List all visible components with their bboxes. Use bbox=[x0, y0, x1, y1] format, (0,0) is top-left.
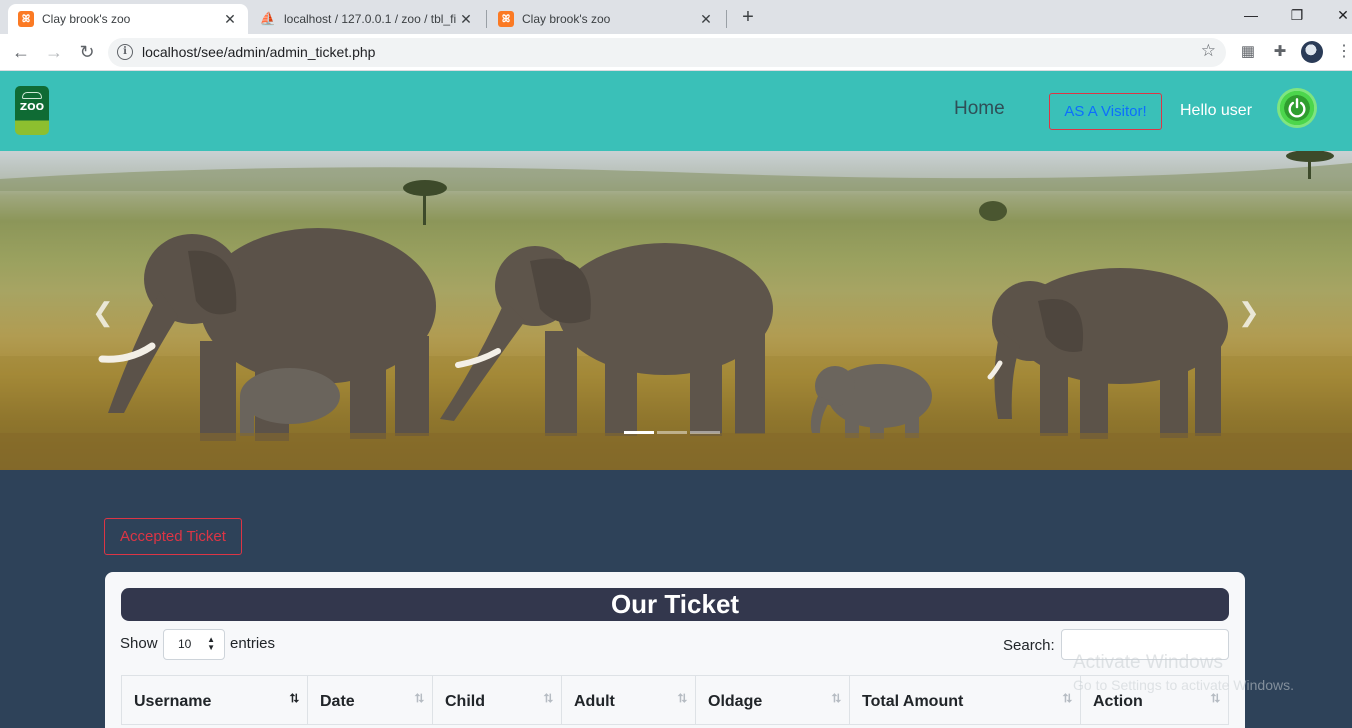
carousel-indicator[interactable] bbox=[624, 431, 654, 434]
sort-icon: ⭡⭣ bbox=[1062, 691, 1072, 705]
elephants-savanna-image bbox=[0, 151, 1352, 470]
column-label: Oldage bbox=[708, 693, 763, 710]
bookmark-star-icon[interactable]: ☆ bbox=[1201, 41, 1216, 61]
accepted-ticket-button[interactable]: Accepted Ticket bbox=[104, 518, 242, 555]
column-label: Child bbox=[445, 693, 485, 710]
carousel-indicator[interactable] bbox=[690, 431, 720, 434]
sort-icon: ⭡⭣ bbox=[1210, 691, 1220, 705]
carousel-indicators bbox=[624, 431, 720, 434]
browser-tab-3[interactable]: ꕤ Clay brook's zoo ✕ bbox=[488, 4, 724, 34]
nav-home-link[interactable]: Home bbox=[954, 98, 1005, 120]
carousel-next-icon[interactable]: ❯ bbox=[1238, 297, 1260, 328]
greeting-text: Hello user bbox=[1180, 102, 1253, 119]
browser-tab-bar: ꕤ Clay brook's zoo ✕ ⛵ localhost / 127.0… bbox=[0, 0, 1352, 34]
column-label: Date bbox=[320, 693, 355, 710]
url-text[interactable]: localhost/see/admin/admin_ticket.php bbox=[142, 44, 375, 60]
tab-title: localhost / 127.0.0.1 / zoo / tbl_fi bbox=[284, 12, 457, 26]
browser-tab-2[interactable]: ⛵ localhost / 127.0.0.1 / zoo / tbl_fi ✕ bbox=[250, 4, 484, 34]
browser-toolbar: ← → ↻ i localhost/see/admin/admin_ticket… bbox=[0, 34, 1352, 71]
card-title: Our Ticket bbox=[121, 588, 1229, 621]
close-tab-icon[interactable]: ✕ bbox=[698, 11, 714, 28]
sort-icon: ⭡⭣ bbox=[543, 691, 553, 705]
tab-title: Clay brook's zoo bbox=[42, 12, 131, 26]
ticket-table-header: Username ⭡⭣ Date ⭡⭣ Child ⭡⭣ Adult ⭡⭣ Ol… bbox=[121, 675, 1229, 725]
entries-label: entries bbox=[230, 635, 276, 652]
sort-icon: ⭡⭣ bbox=[677, 691, 687, 705]
phpmyadmin-icon: ⛵ bbox=[259, 11, 277, 26]
tab-title: Clay brook's zoo bbox=[522, 12, 611, 26]
address-bar[interactable]: i localhost/see/admin/admin_ticket.php ☆ bbox=[108, 38, 1226, 67]
page-length-value: 10 bbox=[178, 637, 192, 651]
extensions-puzzle-icon[interactable]: ✚ bbox=[1270, 42, 1290, 62]
column-label: Username bbox=[134, 693, 212, 710]
xampp-icon: ꕤ bbox=[498, 11, 514, 27]
windows-activation-subtitle: Go to Settings to activate Windows. bbox=[1073, 677, 1294, 693]
ticket-card: Our Ticket Show 10 ▲ ▼ entries Search: Us… bbox=[105, 572, 1245, 728]
site-info-icon[interactable]: i bbox=[117, 44, 133, 60]
power-logout-icon[interactable] bbox=[1277, 88, 1317, 128]
column-header-adult[interactable]: Adult ⭡⭣ bbox=[562, 676, 696, 724]
sort-icon: ⭡⭣ bbox=[289, 691, 299, 705]
sort-icon: ⭡⭣ bbox=[414, 691, 424, 705]
close-tab-icon[interactable]: ✕ bbox=[458, 11, 474, 28]
column-header-child[interactable]: Child ⭡⭣ bbox=[433, 676, 562, 724]
browser-menu-icon[interactable]: ⋮ bbox=[1336, 42, 1352, 62]
select-caret-icon: ▲ ▼ bbox=[207, 635, 215, 652]
xampp-icon: ꕤ bbox=[18, 11, 34, 27]
visitor-button[interactable]: AS A Visitor! bbox=[1049, 93, 1162, 130]
column-header-total-amount[interactable]: Total Amount ⭡⭣ bbox=[850, 676, 1081, 724]
restore-icon[interactable]: ❐ bbox=[1284, 4, 1310, 26]
column-header-username[interactable]: Username ⭡⭣ bbox=[122, 676, 308, 724]
minimize-icon[interactable]: — bbox=[1238, 4, 1264, 26]
sort-icon: ⭡⭣ bbox=[831, 691, 841, 705]
site-header: ZOO Home AS A Visitor! Hello user bbox=[0, 71, 1352, 151]
logo-text: ZOO bbox=[19, 102, 45, 113]
back-icon[interactable]: ← bbox=[9, 40, 33, 64]
show-label: Show bbox=[120, 635, 158, 652]
column-label: Action bbox=[1093, 693, 1143, 710]
profile-avatar[interactable] bbox=[1301, 41, 1323, 63]
column-label: Adult bbox=[574, 693, 615, 710]
close-window-icon[interactable]: ✕ bbox=[1330, 4, 1352, 26]
logo-animal-icon bbox=[22, 92, 42, 99]
column-header-date[interactable]: Date ⭡⭣ bbox=[308, 676, 433, 724]
new-tab-icon[interactable]: + bbox=[737, 6, 759, 28]
carousel-indicator[interactable] bbox=[657, 431, 687, 434]
column-label: Total Amount bbox=[862, 693, 964, 710]
carousel-prev-icon[interactable]: ❮ bbox=[92, 297, 114, 328]
page-length-select[interactable]: 10 ▲ ▼ bbox=[163, 629, 225, 660]
hero-carousel: ❮ ❯ bbox=[0, 151, 1352, 470]
close-tab-icon[interactable]: ✕ bbox=[222, 11, 238, 28]
browser-tab-1[interactable]: ꕤ Clay brook's zoo ✕ bbox=[8, 4, 248, 34]
column-header-oldage[interactable]: Oldage ⭡⭣ bbox=[696, 676, 850, 724]
windows-activation-title: Activate Windows bbox=[1073, 652, 1223, 673]
tab-separator bbox=[726, 10, 727, 28]
reload-icon[interactable]: ↻ bbox=[75, 40, 99, 64]
tab-separator bbox=[486, 10, 487, 28]
search-label: Search: bbox=[1003, 637, 1055, 654]
zoo-logo[interactable]: ZOO bbox=[15, 86, 49, 135]
apps-grid-icon[interactable]: ▦ bbox=[1238, 42, 1258, 62]
forward-icon[interactable]: → bbox=[42, 40, 66, 64]
